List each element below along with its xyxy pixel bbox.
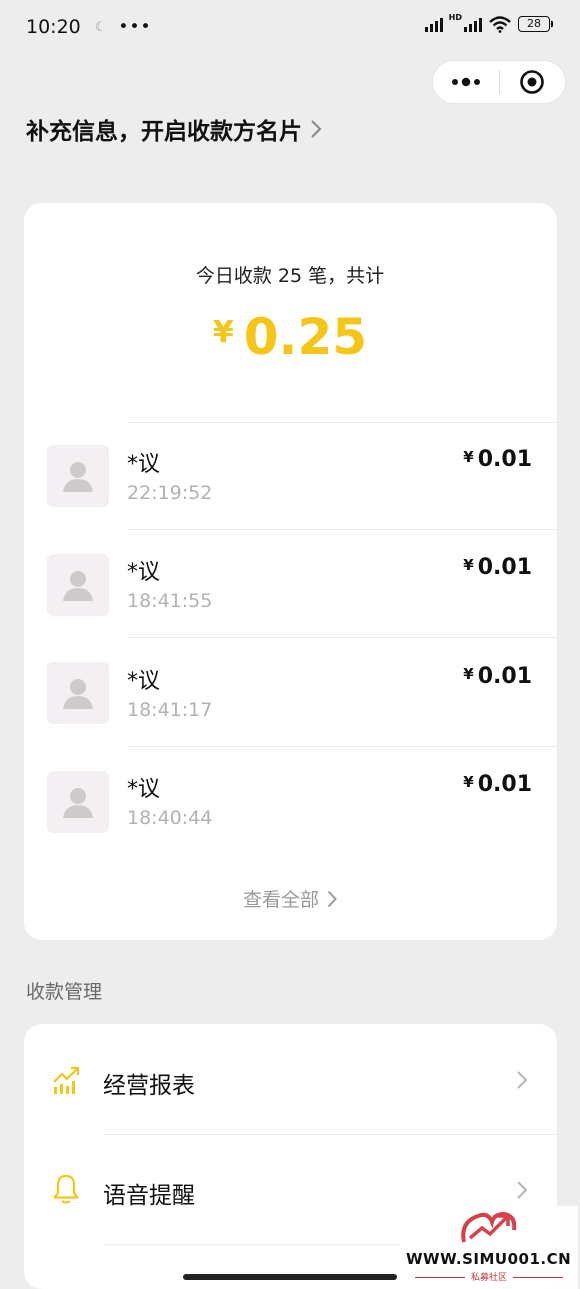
today-total-amount: ¥0.25 xyxy=(0,308,580,366)
watermark-subtitle: 私募社区 xyxy=(400,1270,578,1283)
home-indicator[interactable] xyxy=(183,1274,397,1280)
currency-symbol: ¥ xyxy=(463,773,474,791)
transaction-amount: ¥0.01 xyxy=(463,555,532,580)
watermark-logo-icon xyxy=(461,1211,517,1243)
watermark-url: WWW.SIMU001.CN xyxy=(406,1250,572,1268)
status-time: 10:20 xyxy=(26,16,81,38)
payer-name: *议 xyxy=(127,560,161,585)
payer-name: *议 xyxy=(127,777,161,802)
view-all-label: 查看全部 xyxy=(242,889,319,911)
signal-icon-2 xyxy=(464,16,482,32)
status-bar: 10:20 ☾ ••• HD 28 xyxy=(0,0,580,54)
transaction-amount: ¥0.01 xyxy=(463,772,532,797)
total-value: 0.25 xyxy=(243,308,368,366)
wifi-icon xyxy=(489,16,511,33)
header-title: 补充信息，开启收款方名片 xyxy=(26,119,302,145)
avatar xyxy=(47,554,109,616)
avatar xyxy=(47,662,109,724)
battery-icon: 28 xyxy=(518,16,553,32)
more-button[interactable] xyxy=(433,60,499,104)
user-placeholder-icon xyxy=(63,462,93,492)
transaction-time: 22:19:52 xyxy=(127,482,213,504)
transaction-time: 18:41:55 xyxy=(127,590,213,612)
amount-value: 0.01 xyxy=(477,555,532,580)
target-close-icon xyxy=(520,70,545,94)
payer-name: *议 xyxy=(127,669,161,694)
user-placeholder-icon xyxy=(63,679,93,709)
chevron-right-icon xyxy=(517,1181,528,1199)
payer-name: *议 xyxy=(127,452,161,477)
avatar xyxy=(47,445,109,507)
currency-symbol: ¥ xyxy=(463,665,474,683)
transaction-time: 18:41:17 xyxy=(127,699,213,721)
amount-value: 0.01 xyxy=(477,447,532,472)
more-notifications-icon: ••• xyxy=(118,17,152,37)
currency-symbol: ¥ xyxy=(463,448,474,466)
complete-info-link[interactable]: 补充信息，开启收款方名片 xyxy=(26,112,322,146)
chevron-right-icon xyxy=(311,120,322,138)
signal-icon xyxy=(424,16,443,32)
user-placeholder-icon xyxy=(63,788,93,818)
transaction-time: 18:40:44 xyxy=(127,807,213,829)
transaction-row[interactable]: *议 18:40:44 ¥0.01 xyxy=(0,747,580,855)
moon-icon: ☾ xyxy=(94,19,107,35)
transaction-row[interactable]: *议 18:41:17 ¥0.01 xyxy=(0,638,580,746)
transaction-row[interactable]: *议 18:41:55 ¥0.01 xyxy=(0,530,580,638)
miniprogram-capsule xyxy=(432,60,566,104)
user-placeholder-icon xyxy=(63,571,93,601)
bell-icon xyxy=(53,1174,79,1204)
business-report-item[interactable]: 经营报表 xyxy=(0,1025,580,1135)
chevron-right-icon xyxy=(327,890,337,907)
status-indicators: HD 28 xyxy=(424,12,553,33)
view-all-link[interactable]: 查看全部 xyxy=(0,885,580,912)
chevron-right-icon xyxy=(517,1071,528,1089)
more-dots-icon xyxy=(451,77,480,87)
currency-symbol: ¥ xyxy=(212,315,234,350)
business-report-label: 经营报表 xyxy=(103,1073,195,1099)
currency-symbol: ¥ xyxy=(463,556,474,574)
avatar xyxy=(47,771,109,833)
close-miniprogram-button[interactable] xyxy=(500,60,566,104)
section-title: 收款管理 xyxy=(26,981,103,1003)
watermark: WWW.SIMU001.CN 私募社区 xyxy=(400,1206,578,1289)
battery-level: 28 xyxy=(527,17,541,30)
transaction-amount: ¥0.01 xyxy=(463,664,532,689)
transaction-row[interactable]: *议 22:19:52 ¥0.01 xyxy=(0,422,580,530)
hd-icon: HD xyxy=(448,12,462,22)
today-summary-label: 今日收款 25 笔，共计 xyxy=(195,265,385,287)
chart-up-icon xyxy=(53,1066,80,1094)
transaction-amount: ¥0.01 xyxy=(463,447,532,472)
voice-reminder-label: 语音提醒 xyxy=(103,1183,195,1209)
amount-value: 0.01 xyxy=(477,772,532,797)
amount-value: 0.01 xyxy=(477,664,532,689)
